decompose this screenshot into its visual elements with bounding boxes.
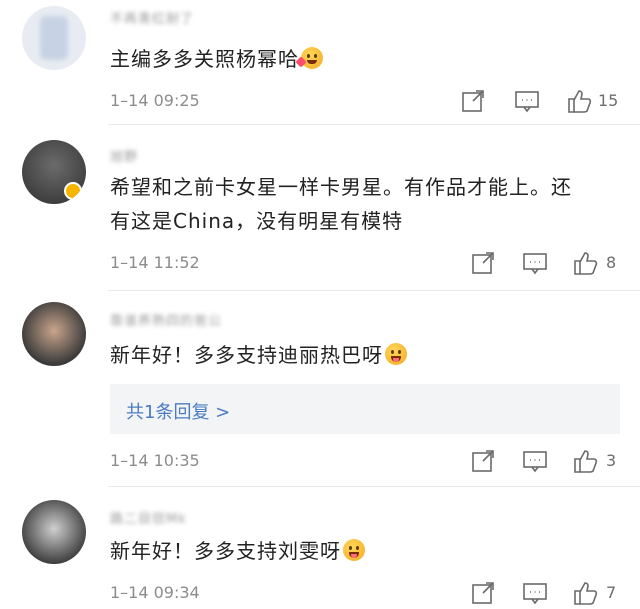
username[interactable]: 不再青红耐了	[110, 8, 194, 27]
avatar[interactable]	[22, 302, 86, 366]
timestamp: 1–14 09:25	[110, 91, 200, 110]
username[interactable]: 路二目钗Mk	[110, 508, 187, 527]
comment-icon[interactable]	[522, 250, 548, 276]
comment-item: 旭野 希望和之前卡女星一样卡男星。有作品才能上。还 有这是China，没有明星有…	[0, 124, 640, 290]
comment-meta: 1–14 09:34 7	[110, 580, 620, 606]
comment-text: 希望和之前卡女星一样卡男星。有作品才能上。还 有这是China，没有明星有模特	[110, 175, 572, 233]
share-icon[interactable]	[470, 448, 496, 474]
reply-summary[interactable]: 共1条回复 >	[110, 384, 620, 434]
like-count: 8	[606, 253, 617, 272]
comment-text: 新年好！多多支持刘雯呀	[110, 534, 620, 568]
comment-meta: 1–14 10:35 3	[110, 448, 620, 474]
comment-icon[interactable]	[522, 448, 548, 474]
like-count: 3	[606, 451, 617, 470]
timestamp: 1–14 11:52	[110, 253, 200, 272]
username[interactable]: 旭野	[110, 146, 138, 165]
tongue-face-emoji-icon	[343, 539, 365, 561]
avatar[interactable]	[22, 6, 86, 70]
timestamp: 1–14 09:34	[110, 583, 200, 602]
share-icon[interactable]	[470, 580, 496, 606]
thumbs-up-icon[interactable]	[572, 250, 598, 276]
comment-item: 靠谁养熟四的爸公 新年好！多多支持迪丽热巴呀 共1条回复 > 1–14 10:3…	[0, 290, 640, 486]
timestamp: 1–14 10:35	[110, 451, 200, 470]
thumbs-up-icon[interactable]	[566, 88, 592, 114]
username[interactable]: 靠谁养熟四的爸公	[110, 310, 222, 329]
comment-text: 新年好！多多支持迪丽热巴呀	[110, 338, 620, 372]
avatar[interactable]	[22, 140, 86, 204]
comment-item: 不再青红耐了 主编多多关照杨幂哈 1–14 09:25 15	[0, 0, 640, 120]
share-icon[interactable]	[460, 88, 486, 114]
comment-icon[interactable]	[522, 580, 548, 606]
heart-face-emoji-icon	[295, 47, 323, 69]
like-count: 7	[606, 583, 617, 602]
comment-meta: 1–14 11:52 8	[110, 250, 620, 276]
share-icon[interactable]	[470, 250, 496, 276]
thumbs-up-icon[interactable]	[572, 448, 598, 474]
comment-meta: 1–14 09:25 15	[110, 88, 620, 114]
tongue-face-emoji-icon	[385, 343, 407, 365]
comment-text: 主编多多关照杨幂哈	[110, 42, 620, 76]
view-replies-link[interactable]: 共1条回复 >	[126, 398, 230, 424]
comment-item: 路二目钗Mk 新年好！多多支持刘雯呀 1–14 09:34 7	[0, 486, 640, 609]
comment-icon[interactable]	[514, 88, 540, 114]
avatar[interactable]	[22, 500, 86, 564]
thumbs-up-icon[interactable]	[572, 580, 598, 606]
like-count: 15	[598, 91, 619, 110]
